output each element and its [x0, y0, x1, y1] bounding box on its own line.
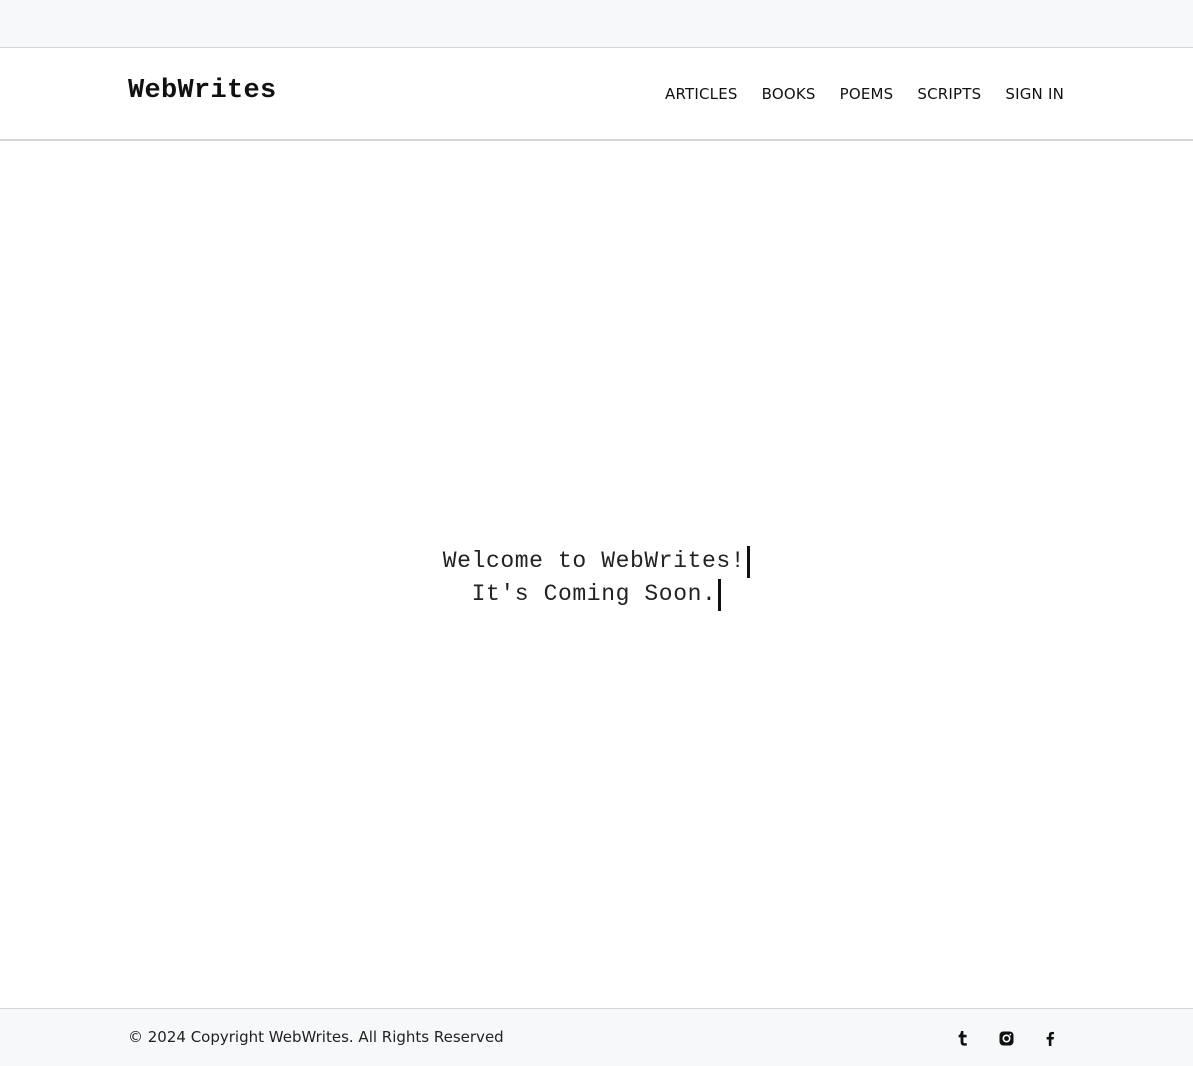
facebook-icon[interactable]: [1041, 1029, 1059, 1047]
nav-sign-in[interactable]: SIGN IN: [1005, 85, 1064, 103]
site-logo[interactable]: WebWrites: [128, 76, 277, 106]
welcome-text: Welcome to WebWrites!: [442, 548, 746, 574]
coming-soon-text: It's Coming Soon.: [471, 581, 717, 607]
hero-line-2: It's Coming Soon.: [472, 578, 722, 611]
typing-cursor: [747, 545, 751, 578]
nav-articles[interactable]: ARTICLES: [665, 85, 738, 103]
nav-scripts[interactable]: SCRIPTS: [917, 85, 981, 103]
top-bar: [0, 0, 1193, 48]
tumblr-icon[interactable]: [953, 1029, 971, 1047]
nav-poems[interactable]: POEMS: [840, 85, 894, 103]
copyright-text: © 2024 Copyright WebWrites. All Rights R…: [128, 1028, 504, 1046]
nav-books[interactable]: BOOKS: [762, 85, 816, 103]
main-nav: ARTICLES BOOKS POEMS SCRIPTS SIGN IN: [665, 85, 1064, 103]
site-header: WebWrites ARTICLES BOOKS POEMS SCRIPTS S…: [0, 49, 1193, 141]
social-links: [953, 1029, 1059, 1047]
hero-line-1: Welcome to WebWrites!: [442, 545, 751, 578]
hero-section: Welcome to WebWrites! It's Coming Soon.: [0, 143, 1193, 1008]
typing-cursor: [718, 578, 722, 611]
instagram-icon[interactable]: [997, 1029, 1015, 1047]
site-footer: © 2024 Copyright WebWrites. All Rights R…: [0, 1008, 1193, 1066]
